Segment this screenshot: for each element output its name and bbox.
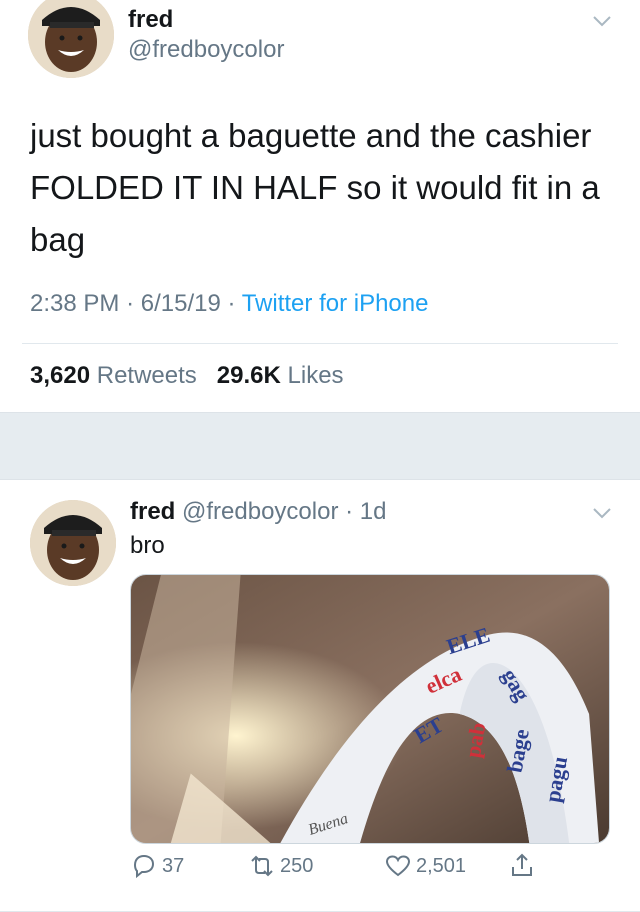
author-handle[interactable]: @fredboycolor bbox=[128, 36, 284, 64]
reply-button[interactable]: 37 bbox=[130, 852, 184, 880]
retweets-stat[interactable]: 3,620 Retweets bbox=[30, 362, 197, 389]
author-handle[interactable]: @fredboycolor bbox=[182, 498, 338, 525]
retweet-button[interactable]: 250 bbox=[248, 852, 313, 880]
chevron-down-icon[interactable] bbox=[592, 14, 612, 28]
avatar-image bbox=[28, 0, 114, 78]
folded-baguette-photo: ELE elca gag pab bage pagu ET Buena bbox=[131, 575, 609, 843]
likes-count: 29.6K bbox=[216, 362, 281, 389]
like-button[interactable]: 2,501 bbox=[384, 852, 466, 880]
author-name[interactable]: fred bbox=[128, 6, 173, 34]
retweets-label: Retweets bbox=[96, 362, 197, 389]
reply-header: fred @fredboycolor · 1d bbox=[130, 498, 387, 526]
retweet-icon bbox=[251, 855, 273, 877]
like-count: 2,501 bbox=[416, 854, 467, 877]
tweet-age[interactable]: 1d bbox=[360, 498, 387, 525]
share-button[interactable] bbox=[508, 852, 536, 880]
author-name[interactable]: fred bbox=[130, 498, 175, 525]
chevron-down-icon[interactable] bbox=[592, 506, 612, 520]
meta-separator: · bbox=[227, 290, 236, 317]
heart-icon bbox=[385, 855, 411, 877]
divider bbox=[22, 343, 618, 344]
reply-count: 37 bbox=[162, 854, 185, 877]
meta-separator: · bbox=[126, 290, 135, 317]
header-separator: · bbox=[345, 498, 354, 525]
reply-icon bbox=[133, 854, 155, 879]
tweet-text: just bought a baguette and the cashier F… bbox=[30, 117, 600, 258]
likes-label: Likes bbox=[287, 362, 344, 389]
reply-actions: 37 250 2,501 bbox=[130, 852, 610, 882]
tweet-source-link[interactable]: Twitter for iPhone bbox=[242, 290, 429, 317]
likes-stat[interactable]: 29.6K Likes bbox=[217, 362, 344, 389]
tweet-time: 2:38 PM bbox=[30, 290, 120, 317]
retweets-count: 3,620 bbox=[30, 362, 91, 389]
main-tweet: fred @fredboycolor just bought a baguett… bbox=[0, 0, 640, 412]
retweet-count: 250 bbox=[280, 854, 314, 877]
section-separator bbox=[0, 412, 640, 480]
reply-text: bro bbox=[130, 532, 165, 559]
avatar[interactable] bbox=[28, 0, 114, 78]
media-image[interactable]: ELE elca gag pab bage pagu ET Buena bbox=[130, 574, 610, 844]
tweet-stats: 3,620 Retweets 29.6K Likes bbox=[30, 362, 344, 390]
avatar-image bbox=[30, 500, 116, 586]
tweet-meta: 2:38 PM · 6/15/19 · Twitter for iPhone bbox=[30, 290, 428, 318]
avatar[interactable] bbox=[30, 500, 116, 586]
reply-tweet[interactable]: fred @fredboycolor · 1d bro ELE elca gag… bbox=[0, 480, 640, 912]
share-icon bbox=[512, 853, 532, 876]
tweet-date[interactable]: 6/15/19 bbox=[141, 290, 221, 317]
